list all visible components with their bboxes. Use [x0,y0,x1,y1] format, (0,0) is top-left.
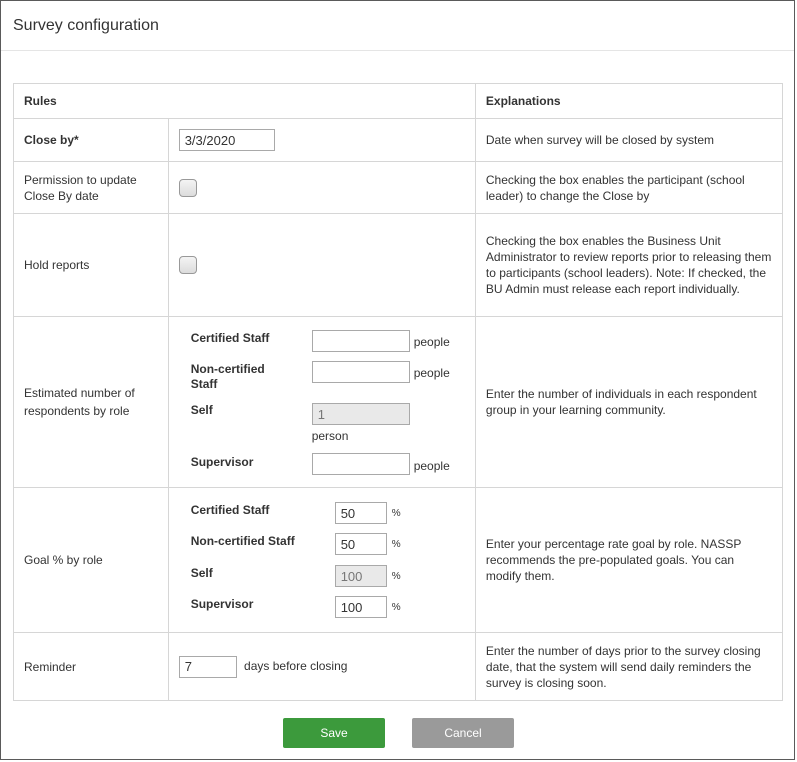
est-noncertified-unit: people [413,366,450,380]
close-by-input[interactable] [178,129,275,151]
estimated-explanation: Enter the number of individuals in each … [474,316,784,488]
est-role-certified: Certified Staff [190,331,270,345]
rules-header: Rules [13,83,476,119]
reminder-days-input[interactable] [178,655,237,678]
rules-table: Rules Explanations Close by* Date when s… [13,83,784,701]
goal-explanation: Enter your percentage rate goal by role.… [474,487,784,633]
close-by-explanation: Date when survey will be closed by syste… [474,118,784,162]
hold-reports-explanation: Checking the box enables the Business Un… [474,213,784,317]
goal-self-input [334,565,387,587]
est-role-self: Self [190,403,213,417]
permission-label: Permission to update Close By date [13,161,169,214]
save-button[interactable]: Save [283,718,385,748]
est-supervisor-input[interactable] [311,453,410,475]
permission-checkbox[interactable] [178,178,197,197]
hold-reports-checkbox[interactable] [178,256,197,274]
goal-label: Goal % by role [13,487,169,633]
est-self-input [311,403,410,425]
close-by-label: Close by* [13,118,169,162]
est-self-unit: person [311,429,349,443]
reminder-suffix: days before closing [244,658,348,673]
goal-certified-unit: % [391,508,401,519]
cancel-button[interactable]: Cancel [412,718,514,748]
goal-certified-input[interactable] [334,502,387,524]
explanations-header: Explanations [474,83,784,119]
goal-noncertified-input[interactable] [334,533,387,555]
modal-title: Survey configuration [1,1,794,51]
close-by-row: Close by* Date when survey will be close… [13,118,784,162]
estimated-row: Estimated number of respondents by role … [13,316,784,488]
reminder-row: Reminder days before closing Enter the n… [13,632,784,701]
goal-role-certified: Certified Staff [190,503,270,517]
hold-reports-label: Hold reports [13,213,169,317]
permission-row: Permission to update Close By date Check… [13,161,784,214]
est-role-supervisor: Supervisor [190,455,254,469]
goal-row: Goal % by role Certified Staff % Non-cer… [13,487,784,633]
goal-self-unit: % [391,571,401,582]
hold-reports-row: Hold reports Checking the box enables th… [13,213,784,317]
goal-supervisor-input[interactable] [334,596,387,618]
goal-supervisor-unit: % [391,602,401,613]
permission-explanation: Checking the box enables the participant… [474,161,784,214]
goal-role-noncertified: Non-certified Staff [190,534,295,548]
survey-config-modal: Survey configuration Rules Explanations … [0,0,795,760]
est-noncertified-input[interactable] [311,361,410,383]
estimated-roles: Certified Staff people Non-certified Sta… [169,317,475,487]
est-certified-unit: people [413,335,450,349]
goal-noncertified-unit: % [391,539,401,550]
estimated-label: Estimated number of respondents by role [13,316,169,488]
est-role-noncertified: Non-certified Staff [190,362,265,391]
est-certified-input[interactable] [311,330,410,352]
goal-role-supervisor: Supervisor [190,597,254,611]
reminder-label: Reminder [13,632,169,701]
goal-role-self: Self [190,566,213,580]
table-header-row: Rules Explanations [13,83,784,119]
reminder-explanation: Enter the number of days prior to the su… [474,632,784,701]
goal-roles: Certified Staff % Non-certified Staff % … [169,488,475,632]
est-supervisor-unit: people [413,459,450,473]
